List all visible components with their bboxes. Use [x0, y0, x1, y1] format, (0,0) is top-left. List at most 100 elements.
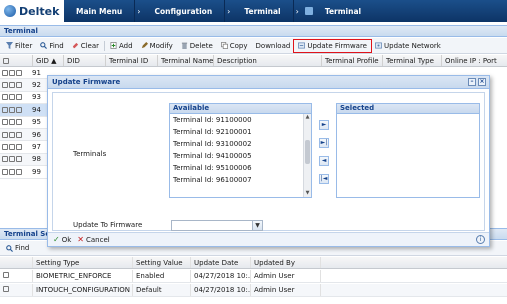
edit-icon[interactable] [2, 144, 8, 151]
table-row[interactable]: 98 [0, 153, 50, 167]
filter-button[interactable]: Filter [3, 41, 35, 51]
edit-icon[interactable] [2, 119, 8, 126]
cancel-button[interactable]: ✕ Cancel [77, 235, 109, 244]
chevron-right-icon: › [137, 6, 141, 16]
delete-icon[interactable] [9, 168, 15, 175]
panel-title: Terminal [0, 25, 507, 37]
minimize-icon[interactable]: – [468, 78, 476, 86]
copy-icon[interactable] [16, 168, 22, 175]
copy-icon[interactable] [16, 119, 22, 126]
table-row[interactable]: 96 [0, 128, 50, 142]
edit-icon[interactable] [2, 94, 8, 101]
edit-icon[interactable] [2, 69, 8, 76]
list-item[interactable]: Terminal Id: 95100006 [170, 162, 311, 174]
clear-button[interactable]: Clear [69, 41, 102, 51]
delete-icon[interactable] [9, 144, 15, 151]
delete-icon[interactable] [9, 106, 15, 113]
table-row[interactable]: INTOUCH_CONFIGURATION Default 04/27/2018… [0, 284, 507, 297]
move-right-button[interactable]: ► [319, 120, 329, 130]
available-list[interactable]: Available Terminal Id: 91100000 Terminal… [169, 103, 312, 198]
copy-icon[interactable] [16, 131, 22, 138]
add-button[interactable]: Add [107, 41, 136, 51]
delete-icon[interactable] [9, 94, 15, 101]
move-left-button[interactable]: ◄ [319, 156, 329, 166]
chevron-down-icon[interactable]: ▼ [252, 221, 262, 230]
dialog-title: Update Firmware [52, 78, 121, 86]
copy-icon[interactable] [16, 106, 22, 113]
nav-configuration[interactable]: Configuration [142, 0, 226, 22]
list-item[interactable]: Terminal Id: 92100001 [170, 126, 311, 138]
close-icon[interactable]: × [478, 78, 486, 86]
logo[interactable]: Deltek [0, 0, 64, 22]
column-terminal-profile[interactable]: Terminal Profile [322, 55, 383, 66]
copy-icon[interactable] [16, 94, 22, 101]
update-firmware-button[interactable]: Update Firmware [293, 38, 372, 53]
list-item[interactable]: Terminal Id: 91100000 [170, 114, 311, 126]
nav-terminal-group[interactable]: Terminal [232, 0, 294, 22]
edit-icon[interactable] [2, 131, 8, 138]
gid-cell: 96 [32, 130, 41, 139]
table-row[interactable]: 97 [0, 141, 50, 154]
select-all-icon[interactable] [3, 58, 9, 64]
table-row[interactable]: BIOMETRIC_ENFORCE Enabled 04/27/2018 10:… [0, 270, 507, 283]
ok-button[interactable]: ✓ Ok [53, 235, 71, 244]
download-button[interactable]: Download [253, 41, 294, 51]
column-did[interactable]: DID [64, 55, 106, 66]
find-button[interactable]: Find [37, 41, 66, 51]
table-row[interactable]: 93 [0, 92, 50, 105]
selected-list[interactable]: Selected [336, 103, 480, 198]
column-online-ip-port[interactable]: Online IP : Port [442, 55, 507, 66]
copy-icon[interactable] [16, 144, 22, 151]
edit-icon[interactable] [2, 168, 8, 175]
edit-icon[interactable] [3, 272, 9, 278]
move-all-left-button[interactable]: |◄ [319, 174, 329, 184]
column-terminal-id[interactable]: Terminal ID [106, 55, 158, 66]
edit-icon[interactable] [2, 156, 8, 163]
delete-icon[interactable] [9, 119, 15, 126]
available-scrollbar[interactable]: ▲ ▼ [303, 114, 311, 197]
copy-button[interactable]: Copy [218, 41, 251, 51]
delete-icon[interactable] [9, 131, 15, 138]
help-icon[interactable]: i [476, 235, 485, 244]
table-row[interactable]: 95 [0, 117, 50, 129]
table-row[interactable]: 94 [0, 104, 50, 117]
column-terminal-type[interactable]: Terminal Type [383, 55, 442, 66]
modify-button[interactable]: Modify [138, 41, 176, 51]
delete-icon[interactable] [9, 82, 15, 89]
update-firmware-dialog: Update Firmware – × Terminals Available … [47, 75, 490, 247]
column-description[interactable]: Description [214, 55, 322, 66]
firmware-select[interactable]: ▼ [171, 220, 263, 231]
table-row[interactable]: 92 [0, 79, 50, 92]
scroll-up-icon[interactable]: ▲ [305, 115, 310, 120]
list-item[interactable]: Terminal Id: 94100005 [170, 150, 311, 162]
column-setting-type[interactable]: Setting Type [33, 257, 133, 268]
table-row[interactable]: 91 [0, 67, 50, 80]
column-updated-by[interactable]: Updated By [251, 257, 321, 268]
move-all-right-button[interactable]: ►| [319, 138, 329, 148]
column-gid[interactable]: GID ▲ [33, 55, 64, 66]
updated-by-cell: Admin User [251, 270, 321, 282]
table-row[interactable]: 99 [0, 166, 50, 179]
copy-icon[interactable] [16, 156, 22, 163]
column-terminal-name[interactable]: Terminal Name [158, 55, 214, 66]
nav-main-menu[interactable]: Main Menu [64, 0, 136, 22]
update-network-button[interactable]: Update Network [372, 41, 444, 51]
column-update-date[interactable]: Update Date [191, 257, 251, 268]
dialog-footer: ✓ Ok ✕ Cancel i [48, 232, 489, 246]
scroll-thumb[interactable] [305, 140, 310, 164]
delete-icon[interactable] [9, 156, 15, 163]
settings-find-button[interactable]: Find [3, 243, 32, 253]
nav-terminal[interactable]: Terminal [313, 0, 373, 22]
delete-icon[interactable] [9, 69, 15, 76]
column-setting-value[interactable]: Setting Value [133, 257, 191, 268]
list-item[interactable]: Terminal Id: 93100002 [170, 138, 311, 150]
delete-button[interactable]: Delete [178, 41, 216, 51]
scroll-down-icon[interactable]: ▼ [305, 191, 310, 196]
edit-icon[interactable] [2, 82, 8, 89]
dialog-header[interactable]: Update Firmware – × [48, 76, 489, 89]
copy-icon[interactable] [16, 69, 22, 76]
edit-icon[interactable] [3, 286, 9, 292]
edit-icon[interactable] [2, 106, 8, 113]
copy-icon[interactable] [16, 82, 22, 89]
list-item[interactable]: Terminal Id: 96100007 [170, 174, 311, 186]
